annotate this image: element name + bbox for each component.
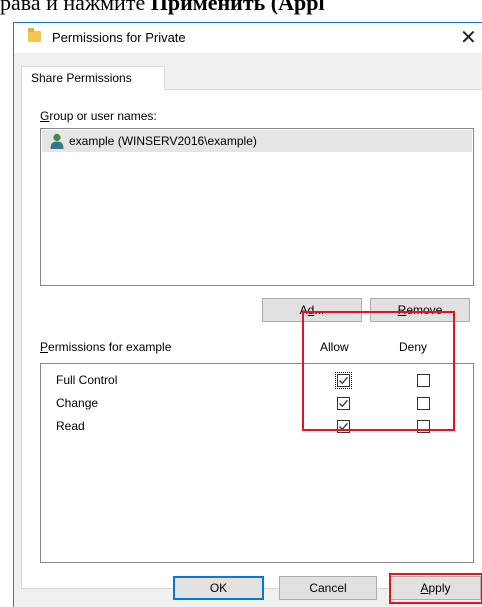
title-bar: Permissions for Private ✕ (14, 23, 482, 53)
tab-label: Share Permissions (31, 71, 132, 85)
permissions-for-label: Permissions for example (40, 340, 172, 354)
permission-name: Change (56, 396, 99, 410)
permissions-dialog: Permissions for Private ✕ Share Permissi… (13, 22, 482, 607)
background-article-text: рава и нажмите Применить (Appl (0, 0, 325, 15)
dialog-title: Permissions for Private (52, 30, 186, 45)
cancel-button[interactable]: Cancel (279, 576, 377, 600)
highlight-apply (389, 573, 482, 604)
user-name: example (WINSERV2016\example) (69, 134, 257, 148)
list-item[interactable]: example (WINSERV2016\example) (42, 130, 472, 152)
group-names-label: Group or user names: (40, 109, 157, 123)
ok-button[interactable]: OK (173, 576, 264, 600)
highlight-allow-deny (302, 311, 455, 431)
user-list[interactable]: example (WINSERV2016\example) (40, 128, 474, 286)
permission-name: Full Control (56, 373, 118, 387)
permission-name: Read (56, 419, 85, 433)
user-icon (50, 133, 64, 149)
tab-share-permissions[interactable]: Share Permissions (21, 66, 165, 90)
folder-icon (28, 28, 41, 42)
close-icon[interactable]: ✕ (460, 25, 477, 49)
